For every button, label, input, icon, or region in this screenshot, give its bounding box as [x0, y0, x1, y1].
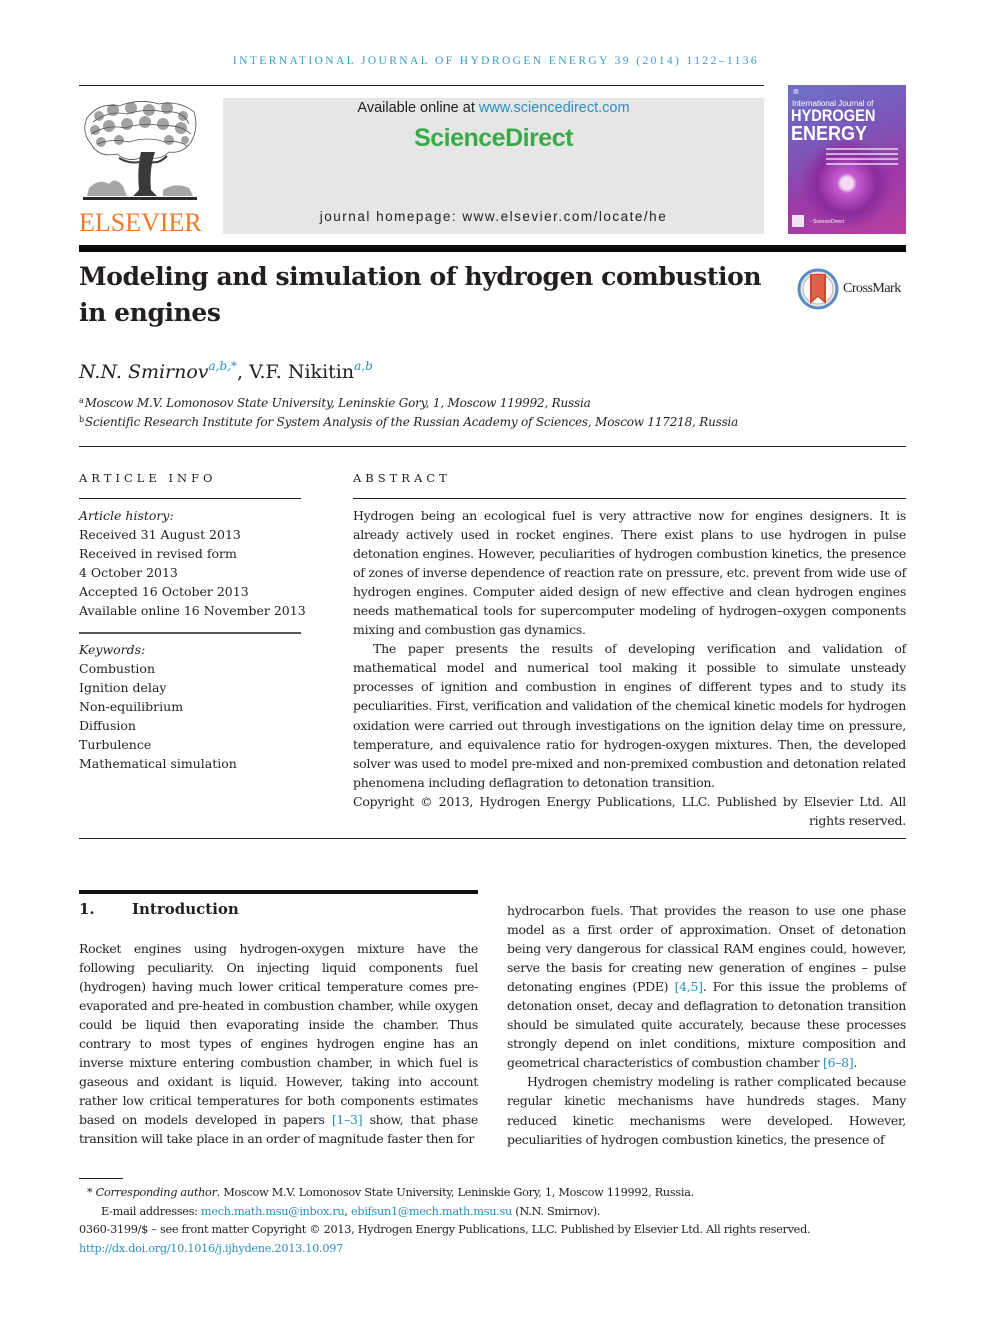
journal-cover-image[interactable]: ▦ International Journal of HYDROGEN ENER…	[788, 85, 906, 234]
footnotes: * Corresponding author. Moscow M.V. Lomo…	[79, 1184, 919, 1258]
cover-elsevier-mark: ▦	[793, 89, 799, 95]
cover-title-line2: HYDROGEN	[791, 106, 876, 125]
affiliation-key: a	[79, 396, 84, 405]
history-item: Available online 16 November 2013	[79, 603, 306, 618]
abstract-paragraph: The paper presents the results of develo…	[353, 641, 906, 790]
abstract-paragraph: Hydrogen being an ecological fuel is ver…	[353, 508, 906, 638]
history-item: 4 October 2013	[79, 565, 178, 580]
issn-line: 0360-3199/$ – see front matter Copyright…	[79, 1223, 811, 1237]
affiliation-key: b	[79, 415, 84, 424]
author-affiliation-marks[interactable]: a,b,*	[209, 359, 237, 373]
header-rule	[79, 85, 764, 86]
email-label: E-mail addresses:	[101, 1204, 201, 1218]
body-text: Rocket engines using hydrogen-oxygen mix…	[79, 941, 478, 1128]
article-info-heading: ARTICLE INFO	[79, 471, 217, 485]
citation-link[interactable]: [1–3]	[332, 1112, 363, 1127]
corresponding-text: . Moscow M.V. Lomonosov State University…	[216, 1186, 695, 1199]
keyword: Ignition delay	[79, 680, 167, 695]
email-separator: ,	[344, 1204, 351, 1218]
divider	[79, 446, 906, 447]
history-item: Accepted 16 October 2013	[79, 584, 249, 599]
citation-link[interactable]: [4,5]	[675, 979, 703, 994]
section-title: Introduction	[132, 900, 239, 918]
running-header: INTERNATIONAL JOURNAL OF HYDROGEN ENERGY…	[232, 55, 760, 67]
email-link[interactable]: ebifsun1@mech.math.msu.su	[351, 1205, 512, 1218]
cover-editor-lines	[826, 148, 898, 168]
keyword: Combustion	[79, 661, 156, 676]
footnote-rule	[79, 1178, 123, 1179]
divider	[79, 838, 906, 839]
abstract-copyright: Copyright © 2013, Hydrogen Energy Public…	[353, 793, 906, 828]
author-name-text: V.F. Nikitin	[249, 361, 355, 383]
available-online-text: Available online at www.sciencedirect.co…	[357, 100, 630, 116]
sciencedirect-logo[interactable]: ScienceDirect	[223, 124, 764, 153]
author-affiliation-marks[interactable]: a,b	[354, 359, 373, 373]
body-paragraph: Rocket engines using hydrogen-oxygen mix…	[79, 939, 478, 1149]
body-column-left: Rocket engines using hydrogen-oxygen mix…	[79, 939, 478, 1149]
affiliation-text: Scientific Research Institute for System…	[84, 415, 739, 429]
crossmark-label: CrossMark	[843, 281, 901, 296]
author-name[interactable]: V.F. Nikitin	[249, 361, 354, 383]
masthead-rule	[79, 245, 906, 252]
cover-publisher-icon	[792, 215, 804, 227]
doi-link[interactable]: http://dx.doi.org/10.1016/j.ijhydene.201…	[79, 1242, 343, 1255]
body-column-right: hydrocarbon fuels. That provides the rea…	[507, 901, 906, 1149]
article-history-label: Article history:	[79, 508, 174, 523]
history-item: Received 31 August 2013	[79, 527, 241, 542]
section-number: 1.	[79, 900, 95, 918]
article-history: Article history: Received 31 August 2013…	[79, 506, 306, 620]
crossmark-badge[interactable]: CrossMark	[797, 268, 909, 310]
affiliation-text: Moscow M.V. Lomonosov State University, …	[84, 396, 591, 410]
article-title: Modeling and simulation of hydrogen comb…	[79, 262, 762, 327]
body-paragraph: hydrocarbon fuels. That provides the rea…	[507, 901, 906, 1072]
keyword: Mathematical simulation	[79, 756, 237, 771]
divider	[79, 632, 301, 634]
footnote-mark: *	[87, 1186, 93, 1199]
corresponding-label: Corresponding author	[95, 1186, 217, 1199]
email-owner: (N.N. Smirnov).	[511, 1204, 601, 1218]
keyword: Turbulence	[79, 737, 152, 752]
keywords: Keywords: Combustion Ignition delay Non-…	[79, 640, 237, 773]
keyword: Non-equilibrium	[79, 699, 184, 714]
email-link[interactable]: mech.math.msu@inbox.ru	[201, 1205, 345, 1218]
crossmark-icon	[797, 268, 839, 310]
affiliation: bScientific Research Institute for Syste…	[79, 415, 738, 429]
elsevier-wordmark: ELSEVIER	[79, 208, 202, 237]
divider	[79, 498, 301, 499]
author-separator: ,	[237, 361, 250, 383]
history-item: Received in revised form	[79, 546, 237, 561]
sciencedirect-banner: Available online at www.sciencedirect.co…	[223, 98, 764, 234]
corresponding-author-note: * Corresponding author. Moscow M.V. Lomo…	[79, 1184, 919, 1203]
body-paragraph: Hydrogen chemistry modeling is rather co…	[507, 1074, 906, 1147]
abstract-body: Hydrogen being an ecological fuel is ver…	[353, 506, 906, 830]
section-heading: 1. Introduction	[79, 900, 239, 918]
sciencedirect-link[interactable]: www.sciencedirect.com	[479, 100, 630, 116]
journal-homepage[interactable]: journal homepage: www.elsevier.com/locat…	[223, 209, 764, 224]
divider	[353, 498, 906, 499]
affiliation: aMoscow M.V. Lomonosov State University,…	[79, 396, 591, 410]
keywords-label: Keywords:	[79, 642, 146, 657]
email-note: E-mail addresses: mech.math.msu@inbox.ru…	[79, 1203, 919, 1222]
author-list: N.N. Smirnova,b,*, V.F. Nikitina,b	[79, 359, 373, 383]
author-name[interactable]: N.N. Smirnov	[79, 361, 209, 383]
keyword: Diffusion	[79, 718, 136, 733]
cover-sciencedirect-mark: ◦ ScienceDirect	[810, 219, 845, 225]
citation-link[interactable]: [6–8]	[823, 1055, 854, 1070]
body-text: .	[853, 1055, 858, 1071]
elsevier-logo[interactable]: ELSEVIER	[79, 98, 202, 237]
section-rule	[79, 890, 478, 894]
cover-title-line3: ENERGY	[791, 123, 868, 145]
elsevier-tree-icon	[79, 98, 201, 204]
abstract-heading: ABSTRACT	[353, 471, 451, 485]
